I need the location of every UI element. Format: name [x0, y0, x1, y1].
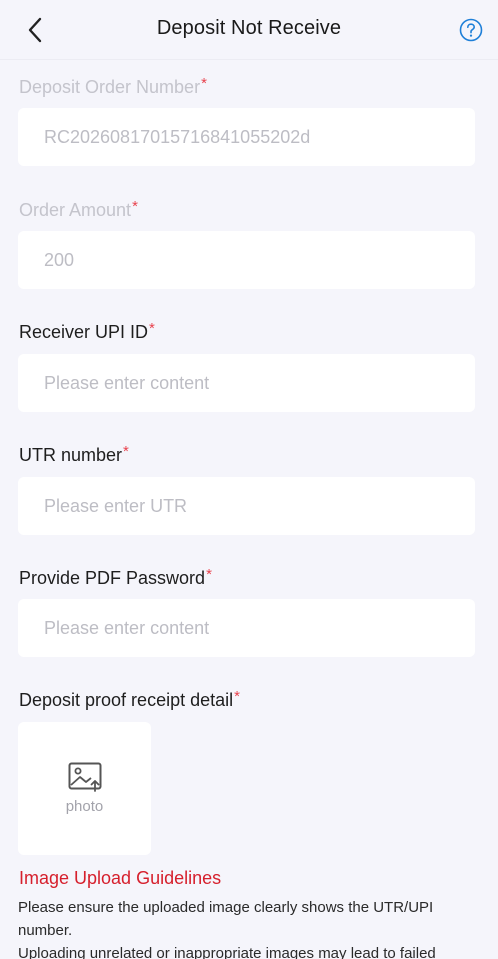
order-number-input[interactable] — [18, 108, 475, 166]
question-circle-icon — [459, 18, 483, 42]
upi-id-label: Receiver UPI ID* — [19, 320, 155, 343]
required-mark: * — [234, 688, 240, 705]
utr-input[interactable] — [18, 477, 475, 535]
receipt-label: Deposit proof receipt detail* — [19, 688, 240, 711]
order-amount-label: Order Amount* — [19, 198, 138, 221]
photo-upload-label: photo — [65, 798, 104, 815]
receipt-label-text: Deposit proof receipt detail — [19, 690, 234, 710]
required-mark: * — [132, 198, 138, 215]
order-amount-input[interactable] — [18, 231, 475, 289]
upi-id-field[interactable] — [18, 354, 475, 412]
order-number-field[interactable] — [18, 108, 475, 166]
required-mark: * — [206, 566, 212, 583]
pdf-password-label-text: Provide PDF Password — [19, 568, 206, 588]
guidelines-text: Please ensure the uploaded image clearly… — [18, 896, 478, 959]
guidelines-line-1: Please ensure the uploaded image clearly… — [18, 899, 434, 939]
required-mark: * — [123, 443, 129, 460]
pdf-password-input[interactable] — [18, 599, 475, 657]
photo-upload-button[interactable]: photo — [18, 722, 151, 855]
page-title: Deposit Not Receive — [156, 17, 342, 39]
guidelines-line-2: Uploading unrelated or inappropriate ima… — [18, 945, 436, 959]
utr-field[interactable] — [18, 477, 475, 535]
upi-id-label-text: Receiver UPI ID — [19, 322, 149, 342]
required-mark: * — [149, 320, 155, 337]
utr-label: UTR number* — [19, 443, 129, 466]
upi-id-input[interactable] — [18, 354, 475, 412]
required-mark: * — [201, 75, 207, 92]
image-upload-icon — [68, 762, 101, 792]
guidelines-title: Image Upload Guidelines — [19, 868, 222, 888]
top-bar: Deposit Not Receive — [0, 0, 498, 60]
order-amount-label-text: Order Amount — [19, 200, 132, 220]
order-number-label: Deposit Order Number* — [19, 75, 207, 98]
pdf-password-field[interactable] — [18, 599, 475, 657]
order-number-label-text: Deposit Order Number — [19, 77, 201, 97]
utr-label-text: UTR number — [19, 445, 123, 465]
order-amount-field[interactable] — [18, 231, 475, 289]
help-button[interactable] — [459, 18, 483, 42]
pdf-password-label: Provide PDF Password* — [19, 566, 212, 589]
